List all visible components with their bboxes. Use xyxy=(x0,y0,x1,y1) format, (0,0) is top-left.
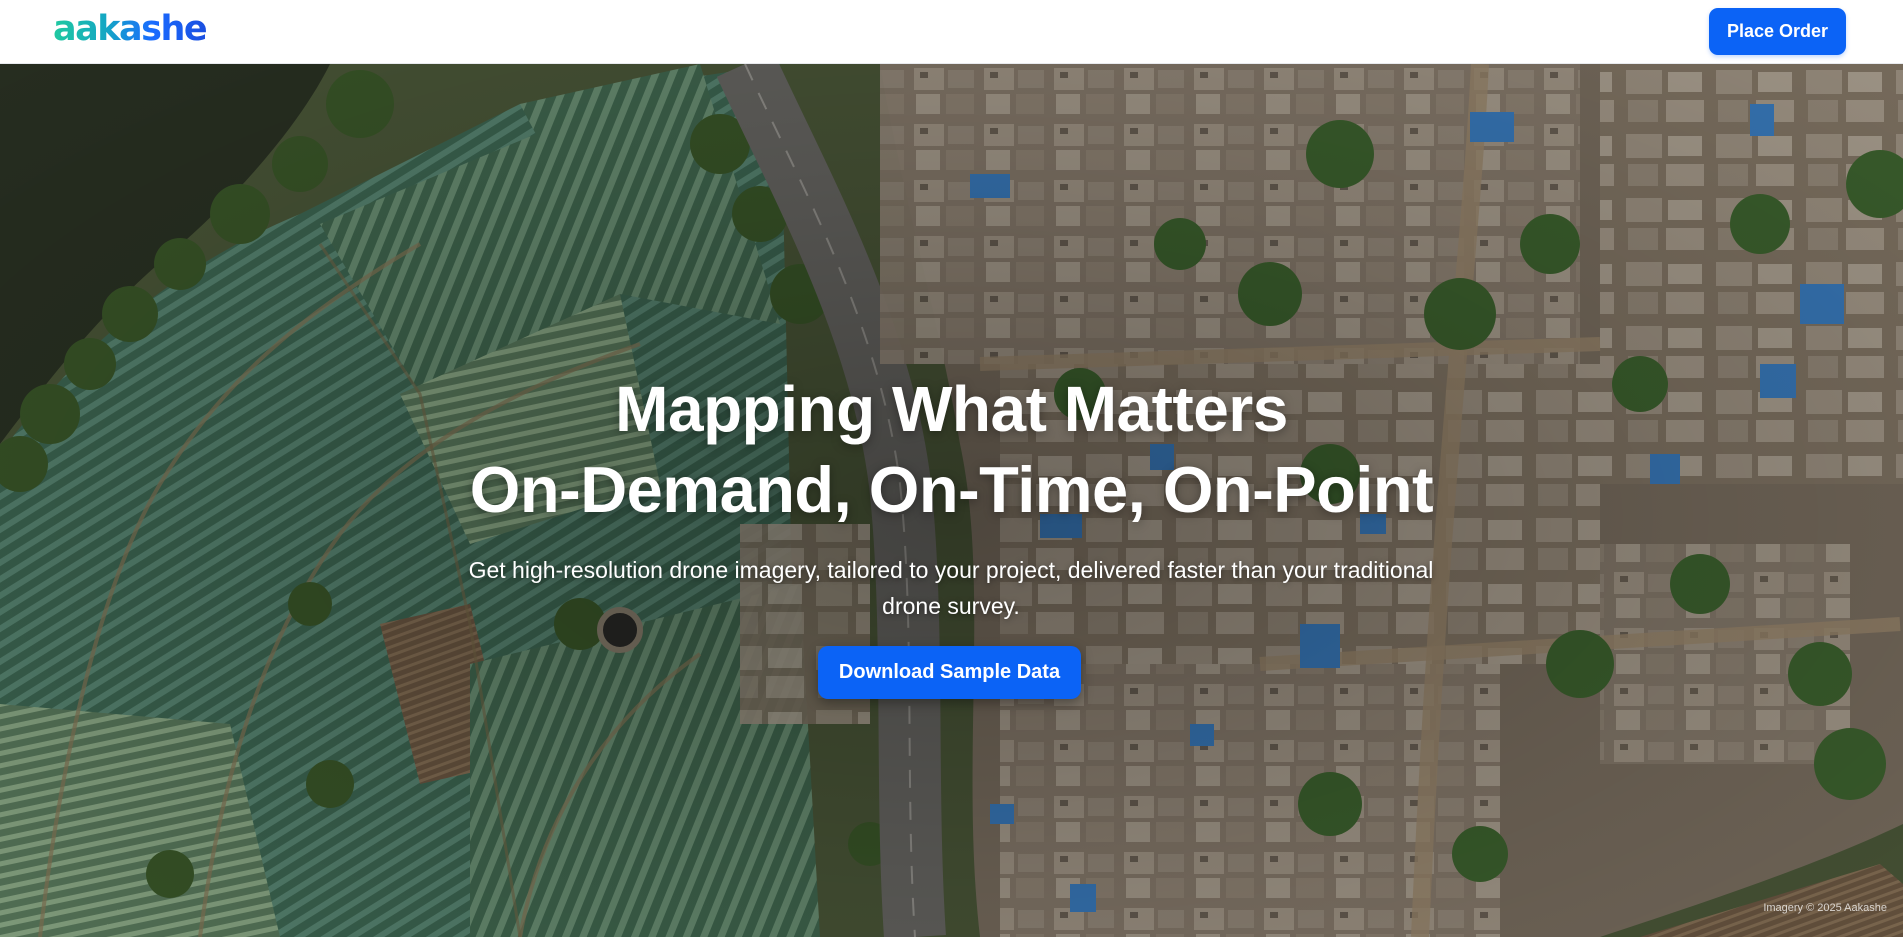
top-navbar: aakashe Place Order xyxy=(0,0,1903,64)
image-credit: Imagery © 2025 Aakashe xyxy=(1763,902,1887,914)
hero-headline-line2: On-Demand, On-Time, On-Point xyxy=(469,453,1434,526)
hero-section: Mapping What Matters On-Demand, On-Time,… xyxy=(0,64,1903,937)
brand-logo[interactable]: aakashe xyxy=(53,12,208,51)
download-sample-data-button[interactable]: Download Sample Data xyxy=(818,646,1081,699)
hero-subtitle: Get high-resolution drone imagery, tailo… xyxy=(468,557,1434,619)
hero-content: Mapping What Matters On-Demand, On-Time,… xyxy=(0,64,1903,937)
place-order-button[interactable]: Place Order xyxy=(1708,8,1846,55)
hero-headline-line1: Mapping What Matters xyxy=(615,373,1288,445)
